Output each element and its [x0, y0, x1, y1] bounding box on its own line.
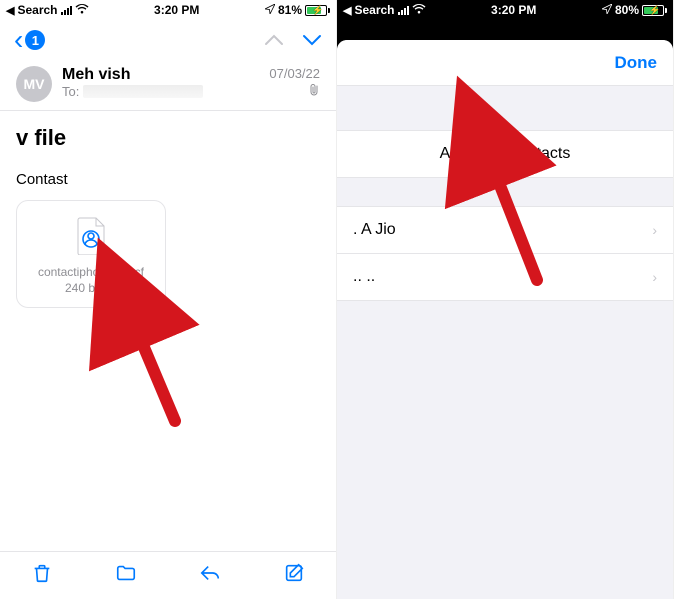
- reply-button[interactable]: [199, 562, 221, 589]
- contact-row[interactable]: . A Jio ›: [337, 206, 673, 254]
- wifi-icon: [75, 3, 89, 17]
- contact-name: .. ..: [353, 268, 375, 286]
- wifi-icon: [412, 3, 426, 17]
- message-date: 07/03/22: [269, 66, 320, 81]
- back-button[interactable]: ‹ 1: [14, 26, 45, 54]
- signal-icon: [61, 5, 72, 15]
- statusbar-left: ◀ Search 3:20 PM 81% ⚡: [0, 0, 336, 20]
- recipient-redacted: [83, 85, 203, 98]
- trash-button[interactable]: [31, 562, 53, 589]
- avatar[interactable]: MV: [16, 66, 52, 102]
- signal-icon: [398, 5, 409, 15]
- done-button[interactable]: Done: [615, 53, 658, 73]
- attachment-size: 240 bytes: [25, 281, 157, 295]
- contact-row[interactable]: .. .. ›: [337, 254, 673, 301]
- location-icon: [602, 3, 612, 17]
- chevron-left-icon: ‹: [14, 26, 23, 54]
- sheet-spacer: [337, 86, 673, 130]
- sender-name[interactable]: Meh vish: [62, 66, 259, 84]
- phone-right: ◀ Search 3:20 PM 80% ⚡ Done Add All 2 Co…: [337, 0, 674, 599]
- battery-pct: 80%: [615, 3, 639, 17]
- statusbar-time: 3:20 PM: [426, 3, 602, 17]
- sheet-spacer: [337, 178, 673, 206]
- unread-badge: 1: [25, 30, 45, 50]
- battery-icon: ⚡: [305, 5, 330, 16]
- compose-button[interactable]: [283, 562, 305, 589]
- mail-nav: ‹ 1: [0, 20, 336, 60]
- add-all-label: Add All 2 Contacts: [440, 145, 571, 163]
- add-all-contacts-button[interactable]: Add All 2 Contacts: [337, 130, 673, 178]
- battery-pct: 81%: [278, 3, 302, 17]
- statusbar-back-label[interactable]: Search: [354, 3, 394, 17]
- vcf-file-icon: [25, 217, 157, 255]
- prev-message-button[interactable]: [264, 27, 284, 53]
- statusbar-time: 3:20 PM: [89, 3, 265, 17]
- mail-body: v file Contast contactiphone2s.vcf 240 b…: [0, 111, 336, 551]
- phone-left: ◀ Search 3:20 PM 81% ⚡ ‹ 1: [0, 0, 337, 599]
- body-text: Contast: [0, 157, 336, 194]
- statusbar-back-label[interactable]: Search: [17, 3, 57, 17]
- contact-name: . A Jio: [353, 221, 396, 239]
- attachment-icon: [269, 83, 320, 100]
- battery-icon: ⚡: [642, 5, 667, 16]
- chevron-right-icon: ›: [652, 222, 657, 238]
- message-header: MV Meh vish To: 07/03/22: [0, 60, 336, 111]
- subject: v file: [0, 111, 336, 157]
- annotation-arrow-left: [120, 311, 190, 436]
- attachment-card[interactable]: contactiphone2s.vcf 240 bytes: [16, 200, 166, 308]
- back-caret-icon: ◀: [343, 4, 351, 17]
- mail-toolbar: [0, 551, 336, 599]
- chevron-right-icon: ›: [652, 269, 657, 285]
- location-icon: [265, 3, 275, 17]
- move-button[interactable]: [115, 562, 137, 589]
- sheet-header: Done: [337, 40, 673, 86]
- attachment-filename: contactiphone2s.vcf: [25, 265, 157, 279]
- statusbar-right: ◀ Search 3:20 PM 80% ⚡: [337, 0, 673, 20]
- back-caret-icon: ◀: [6, 4, 14, 17]
- next-message-button[interactable]: [302, 27, 322, 53]
- to-label: To:: [62, 84, 79, 99]
- contacts-sheet: Done Add All 2 Contacts . A Jio › .. .. …: [337, 40, 673, 599]
